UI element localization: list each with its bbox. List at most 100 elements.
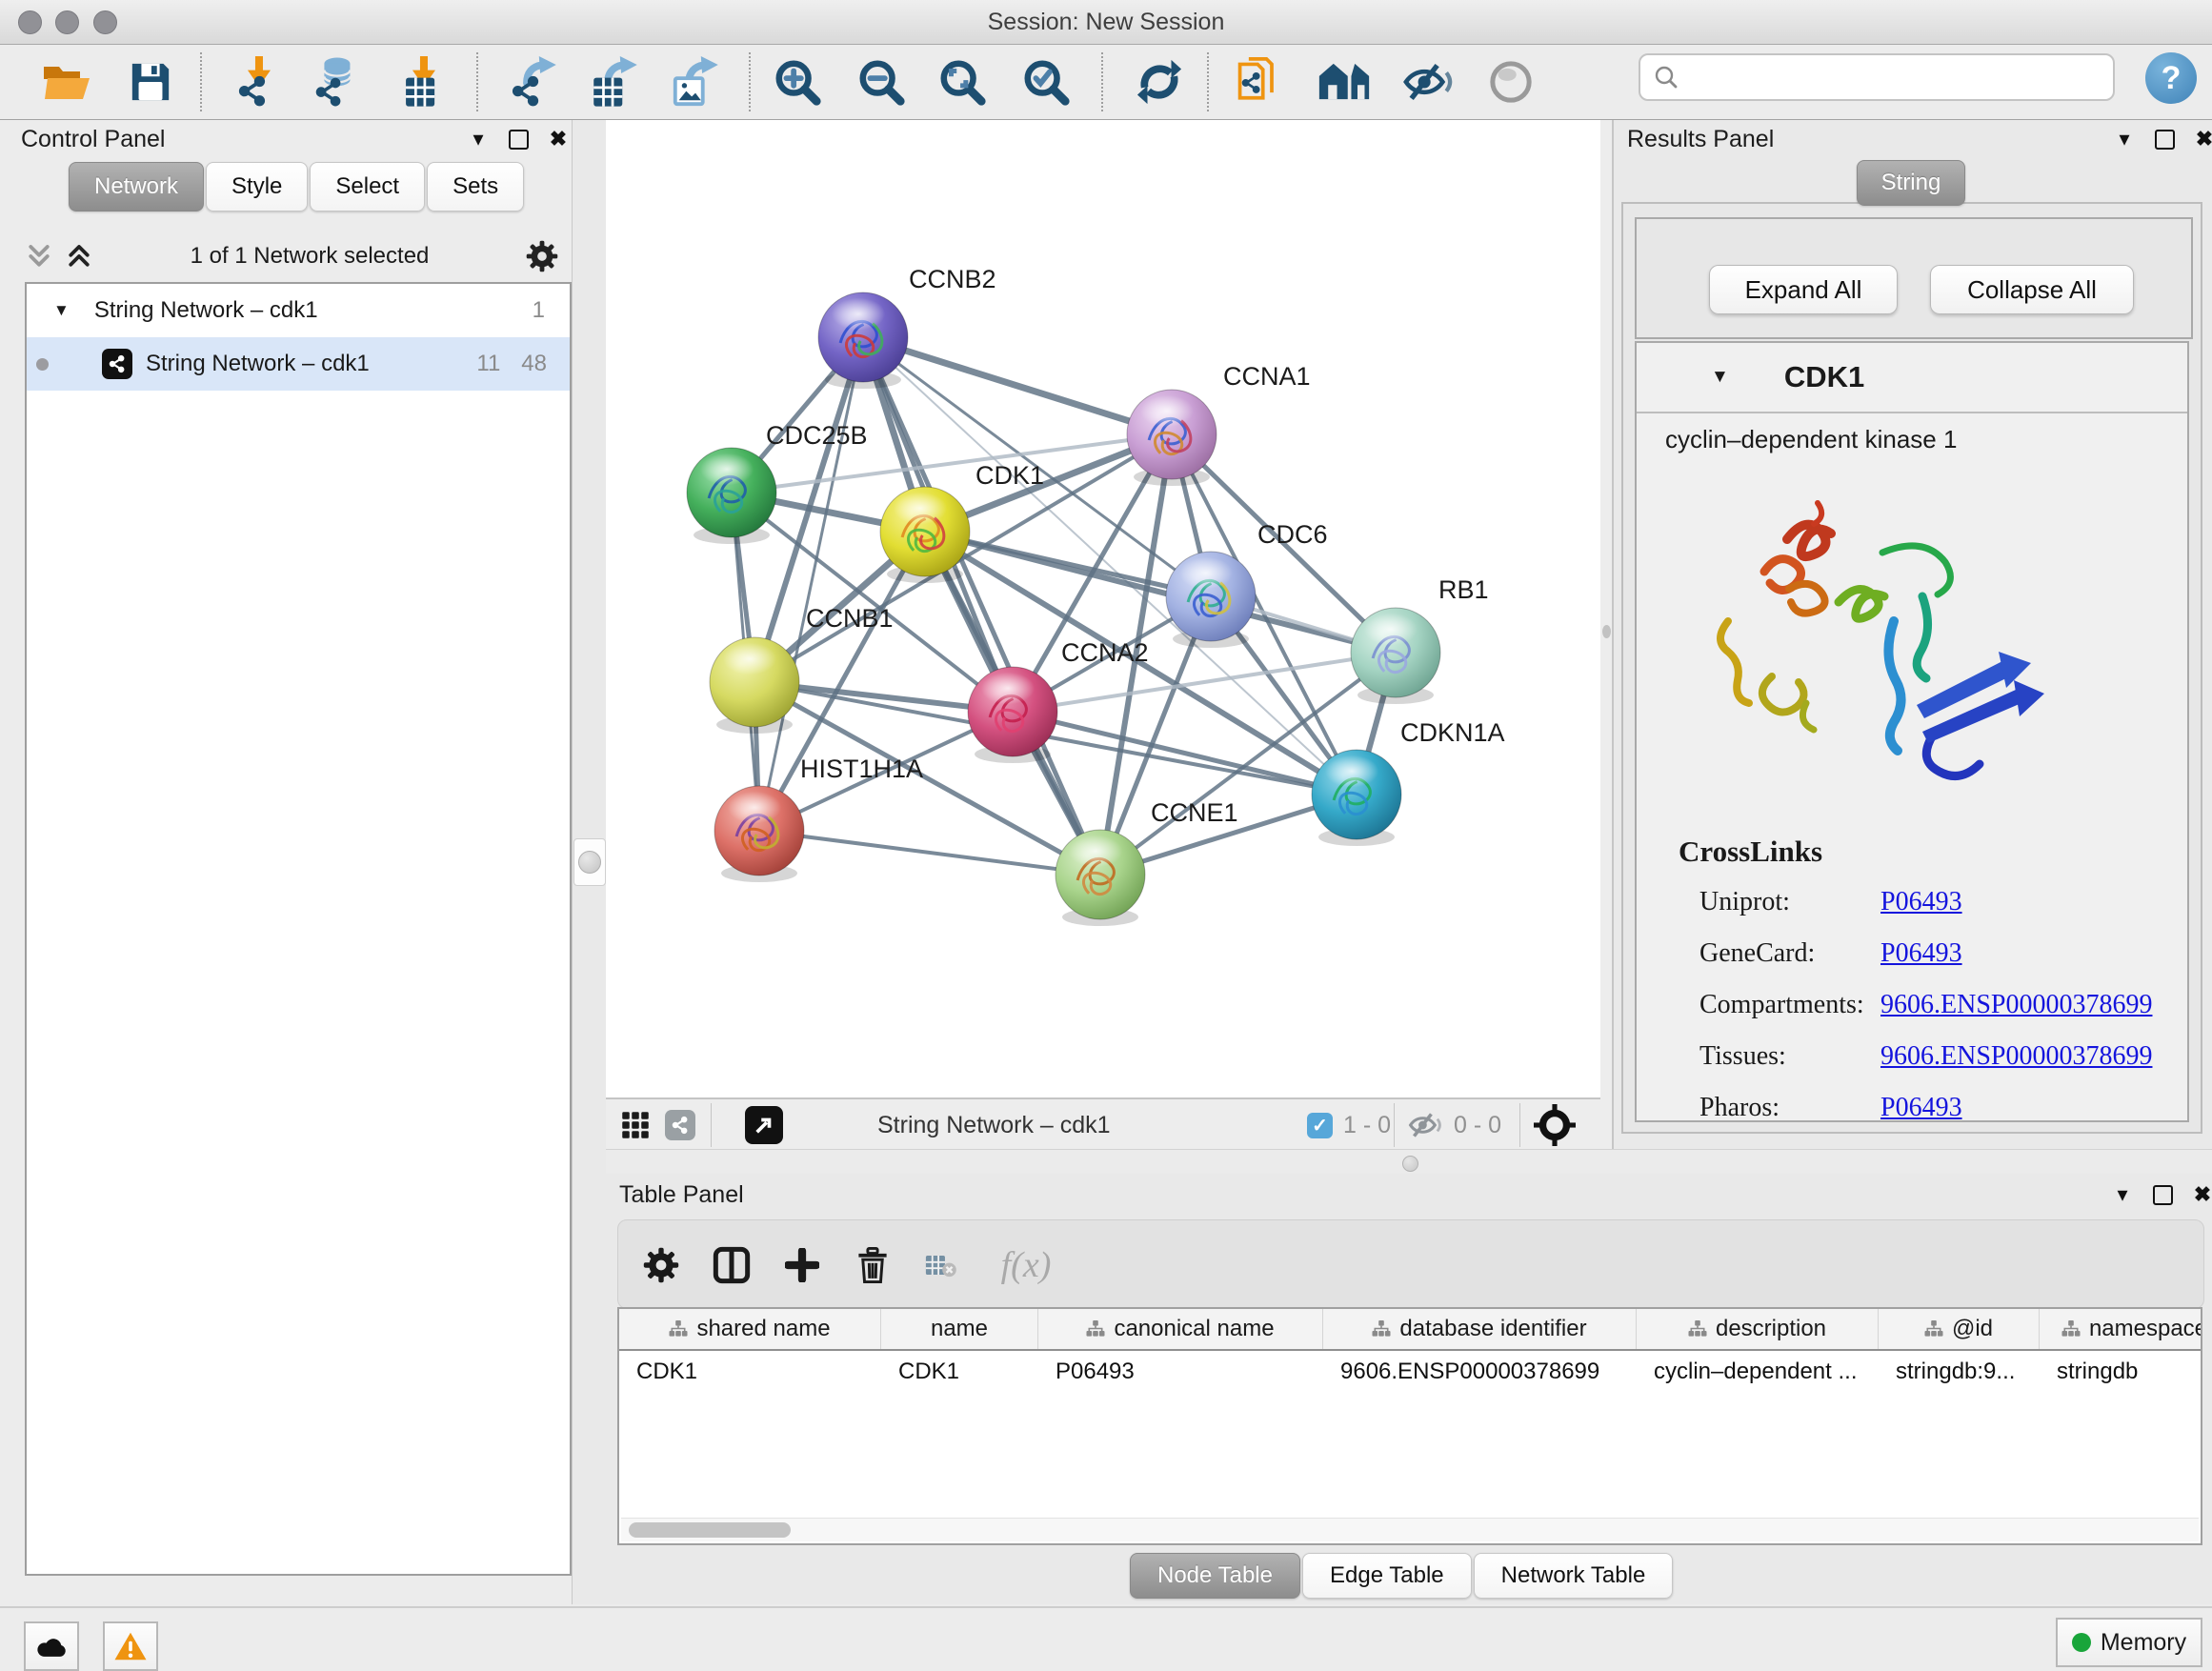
edge-CCNB2-CCNE1[interactable]: [863, 337, 1100, 875]
crosslink-link[interactable]: 9606.ENSP00000378699: [1880, 990, 2152, 1020]
crosslink-row: Pharos:P06493: [1637, 1082, 2187, 1134]
fit-content-crosshair-icon[interactable]: [1534, 1099, 1576, 1151]
export-table-button[interactable]: [588, 55, 641, 109]
gear-icon[interactable]: [526, 240, 558, 272]
network-view-toolbar: String Network – cdk1 ✓ 1 - 0 0 - 0: [606, 1097, 1600, 1152]
column-header-name[interactable]: name: [881, 1309, 1038, 1349]
refresh-button[interactable]: [1133, 55, 1186, 109]
collapse-all-icon[interactable]: [25, 242, 53, 271]
help-button[interactable]: ?: [2145, 52, 2197, 104]
collapse-panel-icon[interactable]: ▾: [465, 126, 492, 152]
birdseye-toggle-button[interactable]: [745, 1099, 783, 1151]
open-session-button[interactable]: [40, 55, 93, 109]
edge-CCNB2-CCNA1[interactable]: [863, 337, 1172, 434]
import-network-button[interactable]: [231, 55, 285, 109]
show-columns-icon[interactable]: [708, 1241, 755, 1289]
hide-selected-button[interactable]: [1401, 55, 1455, 109]
node-CDKN1A[interactable]: CDKN1A: [1312, 718, 1505, 846]
clone-network-button[interactable]: [1233, 55, 1286, 109]
gene-header[interactable]: ▼ CDK1: [1637, 343, 2187, 413]
zoom-out-button[interactable]: [855, 55, 908, 109]
grid-view-icon[interactable]: [621, 1099, 650, 1151]
zoom-fit-button[interactable]: [935, 55, 989, 109]
export-image-button[interactable]: [669, 55, 722, 109]
collapse-panel-icon[interactable]: ▾: [2109, 1181, 2136, 1208]
float-panel-icon[interactable]: [2149, 1181, 2176, 1208]
cloud-button[interactable]: [24, 1621, 79, 1671]
splitter-dot[interactable]: [1402, 1156, 1418, 1172]
birdseye-homes-button[interactable]: [1317, 55, 1371, 109]
delete-column-trash-icon[interactable]: [849, 1241, 896, 1289]
table-h-scrollbar[interactable]: [621, 1518, 2199, 1541]
search-field[interactable]: [1639, 53, 2115, 101]
import-table-button[interactable]: [396, 55, 450, 109]
crosslink-link[interactable]: P06493: [1880, 1093, 1962, 1123]
close-panel-icon[interactable]: ✖: [2191, 126, 2212, 152]
tab-select[interactable]: Select: [310, 162, 425, 211]
collapse-panel-icon[interactable]: ▾: [2111, 126, 2138, 152]
tab-string[interactable]: String: [1857, 160, 1965, 206]
selected-checkbox[interactable]: ✓: [1307, 1099, 1333, 1151]
splitter-handle[interactable]: [573, 838, 606, 886]
tab-sets[interactable]: Sets: [427, 162, 524, 211]
column-header-database-identifier[interactable]: database identifier: [1323, 1309, 1637, 1349]
right-splitter[interactable]: [1600, 120, 1612, 1149]
column-header-@id[interactable]: @id: [1879, 1309, 2040, 1349]
hidden-eye-icon[interactable]: [1408, 1099, 1442, 1151]
node-CCNA1[interactable]: CCNA1: [1127, 362, 1311, 486]
node-label-CDK1: CDK1: [975, 461, 1044, 490]
tab-style[interactable]: Style: [206, 162, 308, 211]
crosslink-link[interactable]: P06493: [1880, 938, 1962, 969]
float-panel-icon[interactable]: [505, 126, 532, 152]
scrollbar-thumb[interactable]: [629, 1522, 791, 1538]
tab-node-table[interactable]: Node Table: [1130, 1553, 1300, 1599]
node-RB1[interactable]: RB1: [1351, 575, 1489, 704]
network-row-selected[interactable]: String Network – cdk1 11 48: [27, 337, 570, 391]
column-header-description[interactable]: description: [1637, 1309, 1879, 1349]
table-row[interactable]: CDK1CDK1P064939606.ENSP00000378699cyclin…: [619, 1351, 2201, 1393]
show-all-button[interactable]: [1484, 55, 1538, 109]
export-network-button[interactable]: [507, 55, 560, 109]
memory-status-dot: [2072, 1633, 2091, 1652]
node-label-CCNB2: CCNB2: [909, 265, 996, 293]
table-settings-gear-icon[interactable]: [637, 1241, 685, 1289]
tab-edge-table[interactable]: Edge Table: [1302, 1553, 1472, 1599]
network-collection-row[interactable]: ▼ String Network – cdk1 1: [27, 284, 570, 337]
collapse-all-button[interactable]: Collapse All: [1930, 265, 2134, 314]
gene-expand-icon[interactable]: ▼: [1711, 367, 1729, 388]
node-count: 11: [476, 351, 500, 377]
close-panel-icon[interactable]: ✖: [2189, 1181, 2212, 1208]
memory-button[interactable]: Memory: [2056, 1618, 2202, 1667]
save-session-button[interactable]: [124, 55, 177, 109]
network-view[interactable]: CCNB2CCNA1CDC25BCDK1CDC6RB1CCNB1CCNA2CDK…: [606, 120, 1600, 1097]
import-database-button[interactable]: [309, 55, 362, 109]
search-input[interactable]: [1688, 63, 2113, 91]
horizontal-splitter[interactable]: [606, 1149, 2212, 1175]
left-splitter[interactable]: [572, 120, 608, 1604]
expand-all-icon[interactable]: [65, 242, 93, 271]
column-header-canonical-name[interactable]: canonical name: [1038, 1309, 1323, 1349]
tree-expand-icon[interactable]: ▼: [53, 301, 70, 320]
tab-network[interactable]: Network: [69, 162, 204, 211]
network-type-icon: [102, 349, 132, 379]
float-panel-icon[interactable]: [2151, 126, 2178, 152]
column-header-shared-name[interactable]: shared name: [619, 1309, 881, 1349]
expand-all-button[interactable]: Expand All: [1709, 265, 1898, 314]
add-column-icon[interactable]: [778, 1241, 826, 1289]
crosslink-link[interactable]: 9606.ENSP00000378699: [1880, 1041, 2152, 1072]
column-header-namespace[interactable]: namespace: [2040, 1309, 2202, 1349]
node-HIST1H1A[interactable]: HIST1H1A: [714, 755, 923, 882]
crosslink-row: Compartments:9606.ENSP00000378699: [1637, 979, 2187, 1031]
column-label: name: [931, 1316, 988, 1342]
share-view-icon[interactable]: [665, 1099, 695, 1151]
zoom-selected-button[interactable]: [1019, 55, 1073, 109]
zoom-in-button[interactable]: [771, 55, 824, 109]
close-panel-icon[interactable]: ✖: [545, 126, 572, 152]
tab-network-table[interactable]: Network Table: [1474, 1553, 1674, 1599]
edge-HIST1H1A-CCNE1[interactable]: [759, 831, 1100, 875]
node-CDC25B[interactable]: CDC25B: [687, 421, 868, 544]
crosslink-link[interactable]: P06493: [1880, 887, 1962, 917]
warning-button[interactable]: [103, 1621, 158, 1671]
node-table[interactable]: shared name name canonical namedatabase id…: [617, 1307, 2202, 1545]
column-label: @id: [1952, 1316, 1993, 1342]
